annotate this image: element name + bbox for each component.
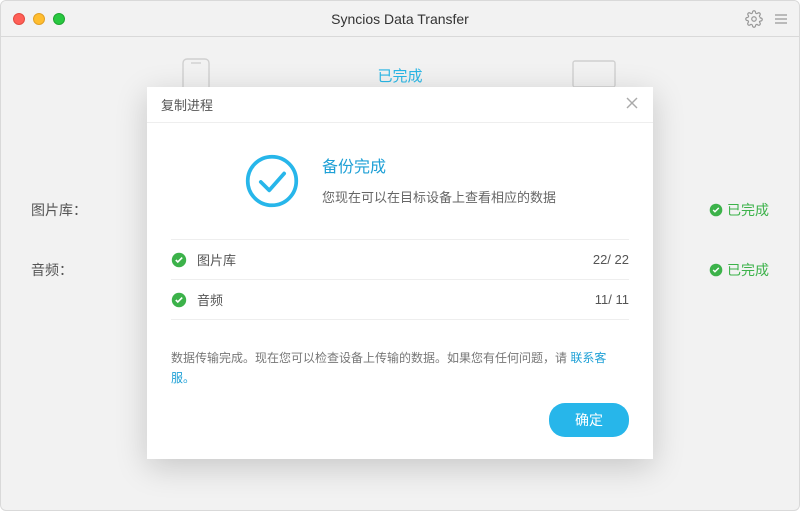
modal-title: 复制进程 — [161, 95, 213, 114]
check-icon — [171, 252, 187, 268]
modal-header: 复制进程 — [147, 87, 653, 123]
close-icon[interactable] — [625, 96, 639, 113]
check-icon — [171, 292, 187, 308]
ok-button[interactable]: 确定 — [549, 403, 629, 437]
item-name: 音频 — [197, 290, 223, 309]
footer-text: 数据传输完成。现在您可以检查设备上传输的数据。如果您有任何问题，请 联系客服。 — [171, 348, 629, 389]
item-name: 图片库 — [197, 250, 236, 269]
list-item: 图片库 22/ 22 — [171, 239, 629, 279]
titlebar: Syncios Data Transfer — [1, 1, 799, 37]
progress-modal: 复制进程 备份完成 您现在可以在目标设备上查看相应的数据 — [147, 87, 653, 459]
result-subtitle: 您现在可以在目标设备上查看相应的数据 — [322, 187, 556, 206]
modal-backdrop: 复制进程 备份完成 您现在可以在目标设备上查看相应的数据 — [1, 37, 799, 510]
settings-icon[interactable] — [745, 10, 763, 28]
item-count: 22/ 22 — [593, 252, 629, 267]
list-item: 音频 11/ 11 — [171, 279, 629, 320]
app-window: Syncios Data Transfer — [0, 0, 800, 511]
window-title: Syncios Data Transfer — [1, 11, 799, 27]
success-check-icon — [244, 153, 300, 209]
result-title: 备份完成 — [322, 153, 556, 177]
menu-icon[interactable] — [773, 11, 789, 27]
item-count: 11/ 11 — [595, 292, 629, 307]
